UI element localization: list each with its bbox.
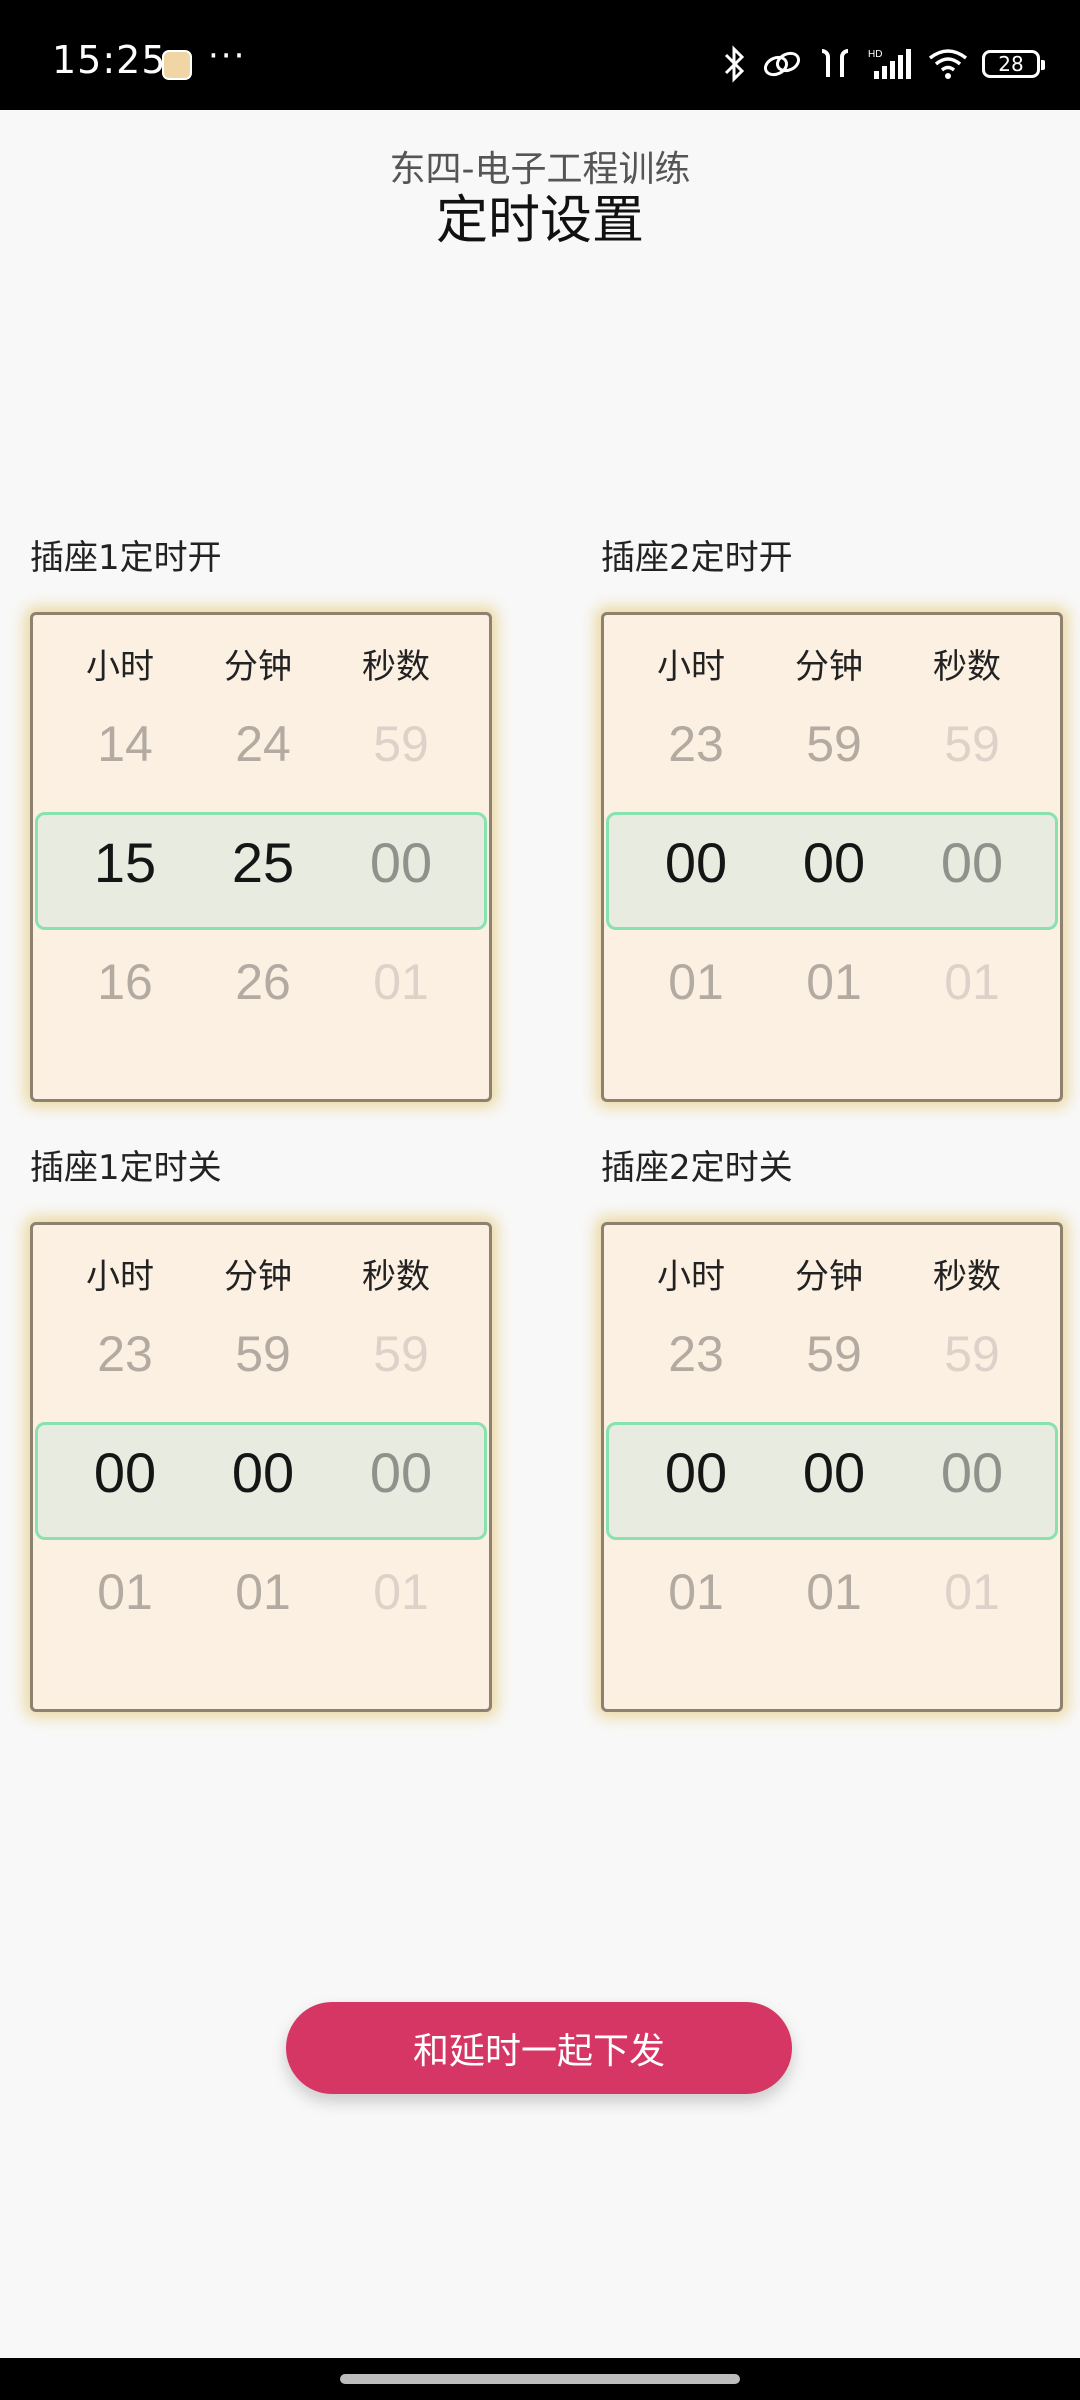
hour-wheel-prev[interactable]: 14 bbox=[65, 715, 185, 773]
hour-header: 小时 bbox=[657, 1257, 725, 1297]
hour-wheel-selected[interactable]: 00 bbox=[636, 830, 756, 895]
hour-wheel-next[interactable]: 01 bbox=[65, 1563, 185, 1621]
minute-wheel-next[interactable]: 01 bbox=[774, 1563, 894, 1621]
second-wheel-prev[interactable]: 59 bbox=[912, 1325, 1032, 1383]
picker-row-next: 16 26 01 bbox=[33, 953, 489, 1033]
timer-label: 插座1定时开 bbox=[30, 538, 222, 578]
second-wheel-prev[interactable]: 59 bbox=[341, 715, 461, 773]
second-wheel-selected[interactable]: 00 bbox=[341, 1440, 461, 1505]
hour-header: 小时 bbox=[657, 647, 725, 687]
second-wheel-next[interactable]: 01 bbox=[912, 1563, 1032, 1621]
second-wheel-prev[interactable]: 59 bbox=[341, 1325, 461, 1383]
minute-wheel-selected[interactable]: 00 bbox=[203, 1440, 323, 1505]
timer-label: 插座1定时关 bbox=[30, 1148, 222, 1188]
second-header: 秒数 bbox=[933, 1257, 1001, 1297]
picker-row-previous: 23 59 59 bbox=[33, 1325, 489, 1405]
picker-row-previous: 23 59 59 bbox=[604, 715, 1060, 795]
send-with-delay-button[interactable]: 和延时一起下发 bbox=[286, 2002, 792, 2094]
second-header: 秒数 bbox=[362, 647, 430, 687]
time-picker[interactable]: 小时 分钟 秒数 23 59 59 00 00 00 01 01 01 bbox=[601, 612, 1063, 1102]
time-picker[interactable]: 小时 分钟 秒数 23 59 59 00 00 00 01 01 01 bbox=[601, 1222, 1063, 1712]
status-bar: 15:25 ··· HD 28 bbox=[0, 0, 1080, 110]
second-wheel-selected[interactable]: 00 bbox=[341, 830, 461, 895]
time-picker[interactable]: 小时 分钟 秒数 14 24 59 15 25 00 16 26 01 bbox=[30, 612, 492, 1102]
minute-header: 分钟 bbox=[795, 1257, 863, 1297]
minute-header: 分钟 bbox=[795, 647, 863, 687]
hour-wheel-selected[interactable]: 15 bbox=[65, 830, 185, 895]
hour-wheel-prev[interactable]: 23 bbox=[636, 715, 756, 773]
hour-header: 小时 bbox=[86, 647, 154, 687]
wifi-icon bbox=[928, 49, 968, 79]
second-wheel-selected[interactable]: 00 bbox=[912, 1440, 1032, 1505]
link-icon bbox=[763, 51, 801, 77]
picker-row-previous: 23 59 59 bbox=[604, 1325, 1060, 1405]
second-wheel-next[interactable]: 01 bbox=[341, 953, 461, 1011]
timer-label: 插座2定时开 bbox=[601, 538, 793, 578]
picker-column-headers: 小时 分钟 秒数 bbox=[33, 1249, 489, 1299]
picker-row-previous: 14 24 59 bbox=[33, 715, 489, 795]
second-wheel-prev[interactable]: 59 bbox=[912, 715, 1032, 773]
minute-wheel-prev[interactable]: 24 bbox=[203, 715, 323, 773]
navigation-bar bbox=[0, 2358, 1080, 2400]
second-wheel-next[interactable]: 01 bbox=[341, 1563, 461, 1621]
hour-wheel-next[interactable]: 16 bbox=[65, 953, 185, 1011]
hour-wheel-prev[interactable]: 23 bbox=[65, 1325, 185, 1383]
svg-text:HD: HD bbox=[868, 49, 882, 60]
home-indicator[interactable] bbox=[340, 2374, 740, 2384]
minute-wheel-prev[interactable]: 59 bbox=[203, 1325, 323, 1383]
picker-row-selected: 15 25 00 bbox=[33, 830, 489, 910]
minute-wheel-next[interactable]: 01 bbox=[203, 1563, 323, 1621]
minute-wheel-prev[interactable]: 59 bbox=[774, 1325, 894, 1383]
minute-wheel-next[interactable]: 26 bbox=[203, 953, 323, 1011]
hour-header: 小时 bbox=[86, 1257, 154, 1297]
minute-wheel-selected[interactable]: 00 bbox=[774, 1440, 894, 1505]
hour-wheel-selected[interactable]: 00 bbox=[65, 1440, 185, 1505]
picker-row-selected: 00 00 00 bbox=[604, 1440, 1060, 1520]
picker-column-headers: 小时 分钟 秒数 bbox=[33, 639, 489, 689]
battery-level: 28 bbox=[998, 52, 1024, 76]
picker-row-next: 01 01 01 bbox=[33, 1563, 489, 1643]
minute-header: 分钟 bbox=[224, 1257, 292, 1297]
picker-row-selected: 00 00 00 bbox=[33, 1440, 489, 1520]
timer-label: 插座2定时关 bbox=[601, 1148, 793, 1188]
hour-wheel-prev[interactable]: 23 bbox=[636, 1325, 756, 1383]
picker-row-selected: 00 00 00 bbox=[604, 830, 1060, 910]
status-icons: HD 28 bbox=[720, 44, 1045, 84]
hour-wheel-next[interactable]: 01 bbox=[636, 1563, 756, 1621]
minute-wheel-prev[interactable]: 59 bbox=[774, 715, 894, 773]
picker-row-next: 01 01 01 bbox=[604, 953, 1060, 1033]
minute-wheel-selected[interactable]: 25 bbox=[203, 830, 323, 895]
time-picker[interactable]: 小时 分钟 秒数 23 59 59 00 00 00 01 01 01 bbox=[30, 1222, 492, 1712]
second-header: 秒数 bbox=[362, 1257, 430, 1297]
picker-column-headers: 小时 分钟 秒数 bbox=[604, 1249, 1060, 1299]
second-wheel-next[interactable]: 01 bbox=[912, 953, 1032, 1011]
second-wheel-selected[interactable]: 00 bbox=[912, 830, 1032, 895]
picker-column-headers: 小时 分钟 秒数 bbox=[604, 639, 1060, 689]
minute-wheel-selected[interactable]: 00 bbox=[774, 830, 894, 895]
hour-wheel-next[interactable]: 01 bbox=[636, 953, 756, 1011]
app-notification-icon bbox=[162, 50, 192, 80]
battery-icon: 28 bbox=[982, 50, 1045, 78]
more-notifications-icon: ··· bbox=[208, 36, 247, 76]
second-header: 秒数 bbox=[933, 647, 1001, 687]
bluetooth-icon bbox=[724, 45, 745, 83]
hd-signal-icon: HD bbox=[868, 49, 911, 79]
page-title: 定时设置 bbox=[435, 191, 644, 251]
status-time: 15:25 bbox=[52, 38, 167, 82]
hour-wheel-selected[interactable]: 00 bbox=[636, 1440, 756, 1505]
earbuds-icon bbox=[821, 49, 849, 77]
picker-row-next: 01 01 01 bbox=[604, 1563, 1060, 1643]
minute-wheel-next[interactable]: 01 bbox=[774, 953, 894, 1011]
minute-header: 分钟 bbox=[224, 647, 292, 687]
